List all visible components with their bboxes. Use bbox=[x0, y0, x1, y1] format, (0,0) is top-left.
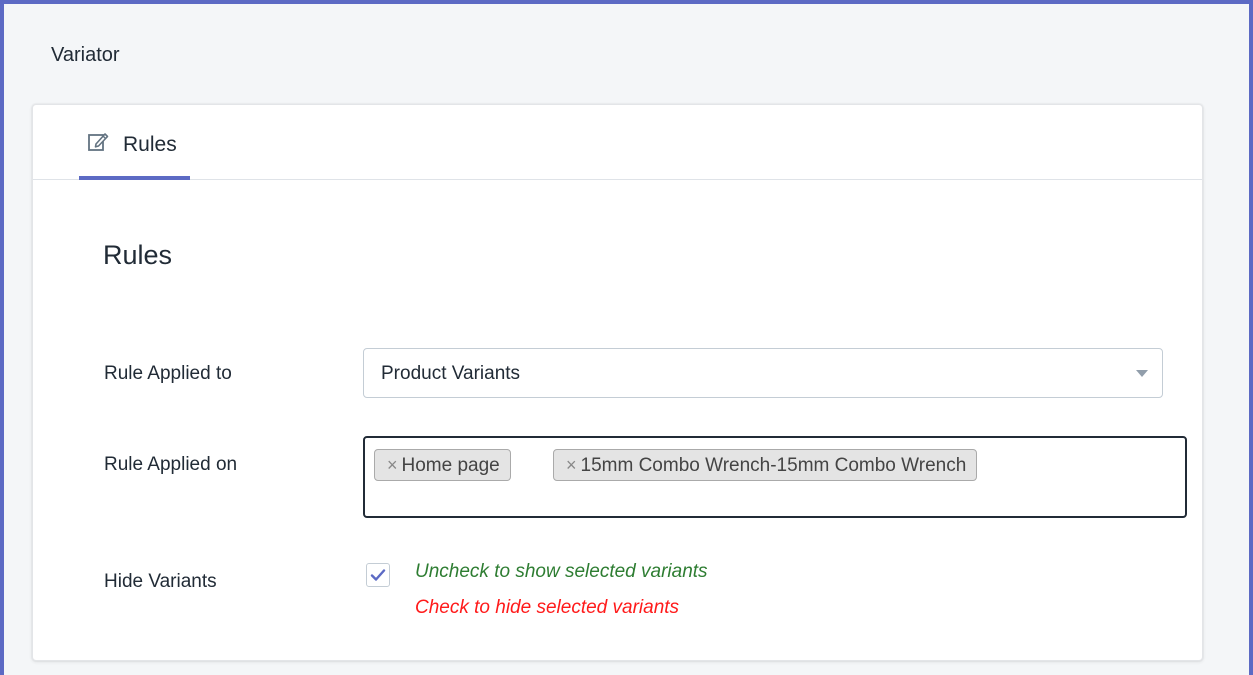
hide-variants-label: Hide Variants bbox=[104, 571, 217, 592]
chip-remove-icon[interactable]: × bbox=[387, 455, 398, 475]
checkmark-icon bbox=[370, 569, 386, 581]
active-tab-indicator bbox=[79, 176, 190, 180]
section-title: Rules bbox=[103, 240, 173, 270]
app-title: Variator bbox=[51, 44, 120, 66]
app-frame: Variator Rules Rules Rule Applied to Pro… bbox=[0, 0, 1253, 675]
rules-card: Rules Rules Rule Applied to Product Vari… bbox=[32, 104, 1203, 661]
tab-bar: Rules bbox=[33, 105, 1202, 180]
rule-applied-on-multiselect[interactable]: × Home page × 15mm Combo Wrench-15mm Combo… bbox=[363, 436, 1187, 518]
chip-home-page: × Home page bbox=[374, 449, 511, 481]
check-hint: Check to hide selected variants bbox=[415, 597, 680, 618]
chip-remove-icon[interactable]: × bbox=[566, 455, 577, 475]
uncheck-hint: Uncheck to show selected variants bbox=[415, 561, 708, 582]
chevron-down-icon bbox=[1136, 370, 1148, 377]
rule-applied-to-label: Rule Applied to bbox=[104, 363, 232, 384]
rule-applied-on-label: Rule Applied on bbox=[104, 454, 238, 475]
rule-applied-to-value: Product Variants bbox=[381, 363, 521, 384]
chip-combo-wrench: × 15mm Combo Wrench-15mm Combo Wrench bbox=[553, 449, 978, 481]
tab-rules-label: Rules bbox=[123, 133, 177, 156]
chip-label: 15mm Combo Wrench-15mm Combo Wrench bbox=[580, 455, 967, 476]
tab-rules[interactable]: Rules bbox=[79, 105, 190, 180]
rule-applied-to-select[interactable]: Product Variants bbox=[363, 348, 1163, 398]
chip-label: Home page bbox=[401, 455, 500, 476]
hide-variants-checkbox[interactable] bbox=[366, 563, 390, 587]
edit-icon bbox=[87, 131, 109, 153]
